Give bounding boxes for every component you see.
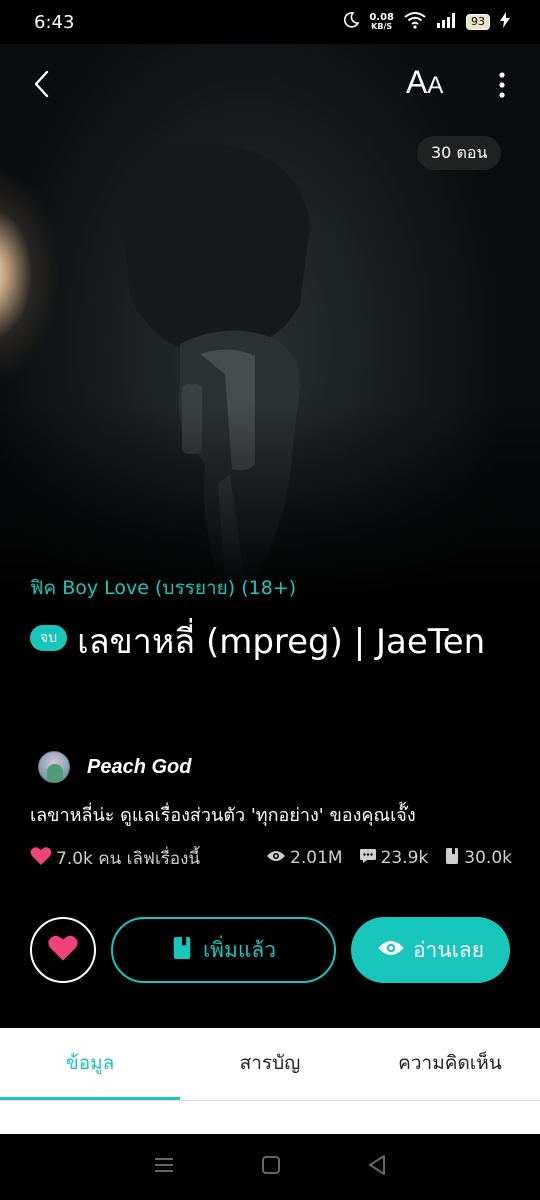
stats-row: 7.0k คน เลิฟเรื่องนี้ 2.01M 23.9k 30.0k [30,844,512,872]
net-speed: 0.08 KB/S [369,12,394,32]
episode-count-badge: 30 ตอน [417,136,502,170]
signal-icon [436,12,456,32]
font-size-big: A [406,64,428,100]
tab-comments[interactable]: ความคิดเห็น [360,1028,540,1100]
more-icon[interactable] [492,70,512,100]
stat-likes: 7.0k คน เลิฟเรื่องนี้ [30,845,200,872]
heart-icon [30,846,52,871]
menu-icon[interactable] [153,1156,175,1178]
author-name[interactable]: Peach God [87,756,191,779]
status-icons: 0.08 KB/S 93 [343,11,510,33]
book-icon [171,935,193,966]
story-title: เลขาหลี่ (mpreg) | JaeTen [77,622,486,662]
views-count: 2.01M [290,848,343,868]
font-size-small: A [427,72,444,99]
love-button[interactable] [30,917,96,983]
net-speed-value: 0.08 [369,12,394,23]
heart-icon [47,934,79,966]
comment-icon [359,848,377,869]
book-icon [444,847,460,870]
eye-icon [377,938,405,963]
font-size-icon[interactable]: AA [406,64,443,101]
net-speed-unit: KB/S [371,22,393,31]
tab-bar: ข้อมูล สารบัญ ความคิดเห็น [0,1028,540,1100]
home-icon[interactable] [261,1155,281,1179]
back-nav-icon[interactable] [367,1154,387,1180]
status-bar: 6:43 0.08 KB/S 93 [0,0,540,44]
status-time: 6:43 [34,11,75,33]
tab-contents[interactable]: สารบัญ [180,1028,360,1100]
system-nav-bar [0,1134,540,1200]
wifi-icon [404,11,426,33]
stat-chapters: 30.0k [444,847,512,870]
author-row[interactable]: Peach God [38,750,191,784]
story-title-block: จบ เลขาหลี่ (mpreg) | JaeTen [30,614,520,670]
author-avatar[interactable] [38,751,70,783]
cover-image [0,44,540,604]
likes-count: 7.0k คน เลิฟเรื่องนี้ [56,848,201,869]
comments-count: 23.9k [380,848,429,868]
charging-icon [500,12,510,32]
add-to-library-button[interactable]: เพิ่มแล้ว [111,917,336,983]
stat-views: 2.01M [266,848,343,868]
moon-icon [343,12,360,32]
eye-icon [266,848,286,868]
read-now-button[interactable]: อ่านเลย [351,917,510,983]
actions-row: เพิ่มแล้ว อ่านเลย [30,917,510,983]
story-category[interactable]: ฟิค Boy Love (บรรยาย) (18+) [30,573,296,603]
library-button-label: เพิ่มแล้ว [202,937,277,962]
battery-icon: 93 [466,14,490,30]
stat-comments: 23.9k [359,848,429,869]
read-button-label: อ่านเลย [412,937,485,962]
completed-badge: จบ [30,624,68,651]
story-description: เลขาหลี่น่ะ ดูแลเรื่องส่วนตัว 'ทุกอย่าง'… [30,805,416,826]
top-actions: AA [0,62,540,106]
chapters-count: 30.0k [464,848,512,868]
back-icon[interactable] [30,68,54,100]
tab-content-area [0,1101,540,1134]
tab-info[interactable]: ข้อมูล [0,1028,180,1100]
